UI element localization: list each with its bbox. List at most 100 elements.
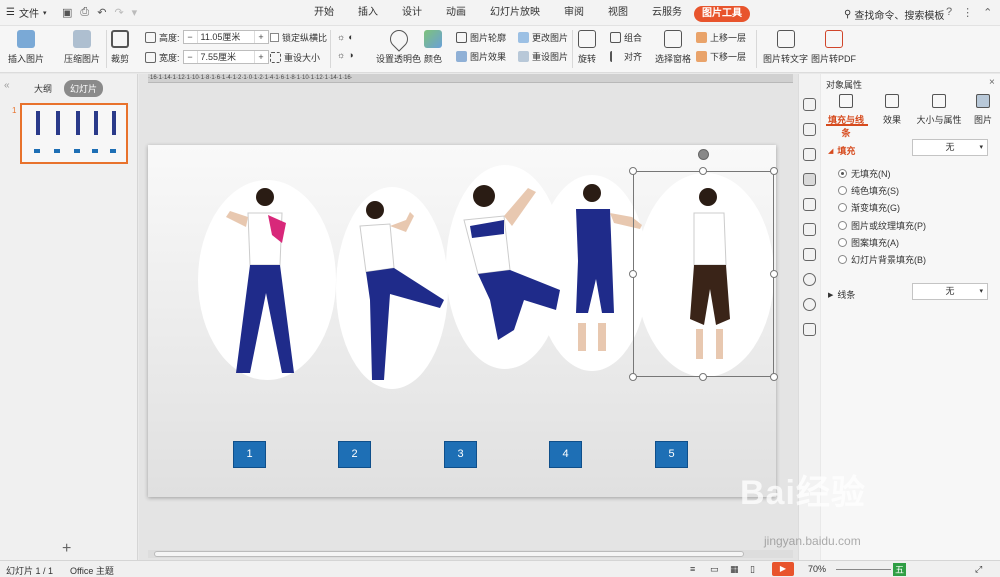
crop-button[interactable]: 裁剪 (111, 30, 129, 65)
group-button[interactable]: 组合 (610, 31, 642, 44)
fill-section-toggle[interactable]: ◢ 填充 (828, 144, 855, 157)
radio-no-fill[interactable]: 无填充(N) (838, 167, 891, 180)
color-button[interactable]: 颜色 (424, 30, 442, 65)
tab-picture[interactable]: 图片 (961, 94, 1000, 126)
collapse-panel-icon[interactable]: « (4, 80, 10, 91)
tab-animation[interactable]: 动画 (434, 6, 478, 22)
ime-indicator[interactable]: 五 (893, 563, 907, 576)
notes-icon[interactable]: ≡ (690, 564, 695, 574)
grid-icon[interactable] (803, 323, 816, 336)
add-slide-button[interactable]: + (62, 540, 71, 558)
redo-icon[interactable]: ↷ (114, 6, 123, 19)
copy-icon[interactable] (803, 123, 816, 136)
collapse-icon[interactable]: ⌃ (983, 6, 992, 19)
slide-button-2[interactable]: 2 (338, 441, 371, 468)
zoom-level[interactable]: 70% (808, 564, 826, 574)
normal-view-icon[interactable]: ▭ (710, 564, 719, 575)
fill-dropdown[interactable]: 无 ▾ (912, 139, 988, 156)
help-circle-icon[interactable] (803, 298, 816, 311)
rotate-handle-icon[interactable] (698, 149, 709, 160)
slide-button-4[interactable]: 4 (549, 441, 582, 468)
width-field[interactable]: −7.55厘米 + (182, 50, 269, 64)
tab-size-properties[interactable]: 大小与属性 (915, 94, 963, 126)
tab-insert[interactable]: 插入 (346, 6, 390, 22)
brightness-up-icon[interactable]: ☼ (337, 32, 345, 42)
slide-button-1[interactable]: 1 (233, 441, 266, 468)
contrast-buttons[interactable]: ☼ ◑ (337, 50, 354, 60)
picture-outline-button[interactable]: 图片轮廓 (456, 31, 506, 44)
radio-pattern-fill[interactable]: 图案填充(A) (838, 236, 899, 249)
tab-fill-line[interactable]: 填充与线条 (824, 94, 868, 139)
tab-effects[interactable]: 效果 (870, 94, 914, 126)
slide-thumbnail[interactable] (20, 103, 128, 164)
align-button[interactable]: 对齐 (610, 50, 642, 63)
share-icon[interactable] (803, 248, 816, 261)
contrast-down-icon[interactable]: ◑ (348, 50, 353, 60)
radio-picture-fill[interactable]: 图片或纹理填充(P) (838, 219, 926, 232)
radio-gradient-fill[interactable]: 渐变填充(G) (838, 201, 900, 214)
star-icon[interactable] (803, 198, 816, 211)
resize-handle-tr[interactable] (770, 167, 778, 175)
command-search[interactable]: ⚲ 查找命令、搜索模板 (844, 7, 944, 22)
tab-outline[interactable]: 大纲 (28, 80, 58, 97)
history-icon[interactable] (803, 273, 816, 286)
brightness-down-icon[interactable]: ☼ (337, 50, 345, 60)
send-backward-button[interactable]: 下移一层 (696, 50, 746, 63)
resize-handle-b[interactable] (699, 373, 707, 381)
scroll-thumb[interactable] (154, 551, 744, 557)
radio-solid-fill[interactable]: 纯色填充(S) (838, 184, 899, 197)
slide-button-3[interactable]: 3 (444, 441, 477, 468)
reset-size-button[interactable]: 重设大小 (270, 51, 320, 64)
line-dropdown[interactable]: 无 ▾ (912, 283, 988, 300)
contrast-up-icon[interactable]: ◐ (348, 32, 353, 42)
undo-icon[interactable]: ↶ (97, 6, 106, 19)
home-icon[interactable] (803, 98, 816, 111)
picture-effect-button[interactable]: 图片效果 (456, 50, 506, 63)
insert-picture-button[interactable]: 插入图片 (8, 30, 44, 65)
play-slideshow-button[interactable]: ▶ (772, 562, 794, 576)
height-field[interactable]: −11.05厘米 + (182, 30, 269, 44)
fit-window-icon[interactable]: ⤢ (975, 564, 982, 575)
tab-design[interactable]: 设计 (390, 6, 434, 22)
slide-button-5[interactable]: 5 (655, 441, 688, 468)
change-picture-button[interactable]: 更改图片 (518, 31, 568, 44)
picture-to-text-button[interactable]: 图片转文字 (763, 30, 808, 65)
options-icon[interactable]: ⋮ (962, 6, 973, 19)
compress-picture-button[interactable]: 压缩图片 (64, 30, 100, 65)
reset-picture-button[interactable]: 重设图片 (518, 50, 568, 63)
resize-handle-r[interactable] (770, 270, 778, 278)
resize-handle-br[interactable] (770, 373, 778, 381)
print-icon[interactable]: ⎙ (80, 6, 89, 19)
line-section-toggle[interactable]: ▶ 线条 (828, 288, 855, 301)
resize-handle-tl[interactable] (629, 167, 637, 175)
selection-pane-button[interactable]: 选择窗格 (655, 30, 691, 65)
bring-forward-button[interactable]: 上移一层 (696, 31, 746, 44)
tab-cloud[interactable]: 云服务 (640, 6, 694, 22)
save-icon[interactable]: ▣ (62, 6, 72, 19)
reading-view-icon[interactable]: ▯ (750, 564, 755, 575)
box-icon[interactable] (803, 223, 816, 236)
resize-handle-l[interactable] (629, 270, 637, 278)
shapes-icon[interactable] (803, 148, 816, 161)
close-icon[interactable]: × (989, 77, 995, 88)
more-icon[interactable]: ▾ (132, 6, 138, 19)
resize-handle-t[interactable] (699, 167, 707, 175)
rotate-button[interactable]: 旋转 (578, 30, 596, 65)
lock-ratio-checkbox[interactable]: 锁定纵横比 (270, 31, 327, 44)
tab-slides[interactable]: 幻灯片 (64, 80, 104, 97)
tab-picture-tools[interactable]: 图片工具 (694, 6, 750, 22)
sorter-view-icon[interactable]: ▦ (730, 564, 739, 575)
brightness-buttons[interactable]: ☼ ◐ (337, 32, 354, 42)
file-menu[interactable]: ☰ 文件 ▾ (6, 5, 46, 20)
zoom-slider[interactable] (836, 569, 891, 570)
tab-view[interactable]: 视图 (596, 6, 640, 22)
help-icon[interactable]: ? (946, 6, 952, 19)
slide[interactable]: 1 2 3 4 5 (148, 145, 778, 497)
tab-slideshow[interactable]: 幻灯片放映 (478, 6, 552, 22)
picture-to-pdf-button[interactable]: 图片转PDF (811, 30, 856, 65)
resize-handle-bl[interactable] (629, 373, 637, 381)
radio-background-fill[interactable]: 幻灯片背景填充(B) (838, 253, 926, 266)
horizontal-scrollbar[interactable] (148, 550, 793, 558)
tab-review[interactable]: 审阅 (552, 6, 596, 22)
set-transparent-button[interactable]: 设置透明色 (376, 26, 421, 65)
